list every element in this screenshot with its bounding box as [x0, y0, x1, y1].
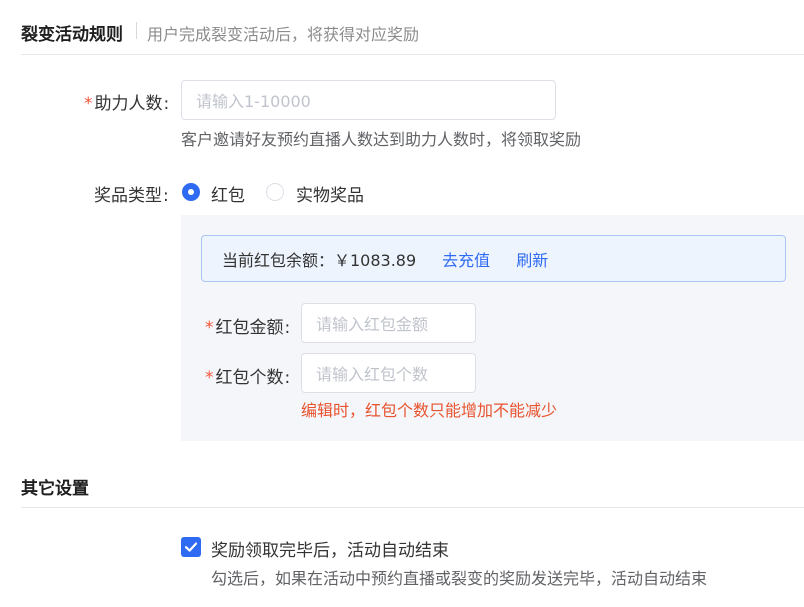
balance-text: 当前红包余额：￥1083.89: [222, 250, 417, 270]
red-packet-count-input[interactable]: 请输入红包个数: [301, 353, 476, 393]
red-packet-count-label: * 红包个数:: [205, 368, 291, 388]
title-separator: [136, 22, 137, 39]
red-packet-amount-label: * 红包金额:: [205, 318, 291, 338]
edit-warning-text: 编辑时，红包个数只能增加不能减少: [301, 401, 558, 420]
red-packet-amount-label-text: 红包金额: [215, 318, 284, 338]
auto-end-hint: 勾选后，如果在活动中预约直播或裂变的奖励发送完毕，活动自动结束: [211, 569, 708, 588]
required-star: *: [84, 94, 93, 114]
assist-count-input[interactable]: 请输入1-10000: [181, 80, 556, 120]
assist-count-placeholder: 请输入1-10000: [196, 92, 311, 111]
radio-physical-prize-label[interactable]: 实物奖品: [296, 181, 364, 206]
radio-red-packet-label[interactable]: 红包: [211, 181, 245, 206]
assist-count-hint: 客户邀请好友预约直播人数达到助力人数时，将领取奖励: [181, 130, 582, 149]
radio-red-packet[interactable]: [182, 183, 200, 201]
required-star: *: [205, 368, 214, 388]
section-description: 用户完成裂变活动后，将获得对应奖励: [147, 25, 420, 44]
red-packet-count-label-text: 红包个数: [215, 368, 284, 388]
required-star: *: [205, 318, 214, 338]
red-packet-amount-placeholder: 请输入红包金额: [316, 315, 429, 334]
red-packet-count-placeholder: 请输入红包个数: [316, 365, 429, 384]
refresh-link[interactable]: 刷新: [516, 247, 548, 271]
assist-count-label: * 助力人数:: [84, 94, 170, 114]
radio-physical-prize[interactable]: [266, 183, 284, 201]
recharge-link[interactable]: 去充值: [442, 247, 490, 271]
prize-type-label-text: 奖品类型: [94, 186, 162, 206]
assist-count-label-text: 助力人数: [94, 94, 163, 114]
section-divider: [21, 54, 804, 55]
section-title-fission-rules: 裂变活动规则: [21, 25, 123, 45]
red-packet-amount-input[interactable]: 请输入红包金额: [301, 303, 476, 343]
check-icon: [184, 542, 198, 552]
section-divider: [21, 507, 804, 508]
section-title-other-settings: 其它设置: [21, 479, 89, 499]
auto-end-checkbox[interactable]: [181, 537, 201, 557]
balance-bar: 当前红包余额：￥1083.89 去充值 刷新: [201, 235, 786, 282]
prize-type-label: 奖品类型:: [94, 186, 169, 206]
auto-end-label[interactable]: 奖励领取完毕后，活动自动结束: [211, 536, 449, 561]
